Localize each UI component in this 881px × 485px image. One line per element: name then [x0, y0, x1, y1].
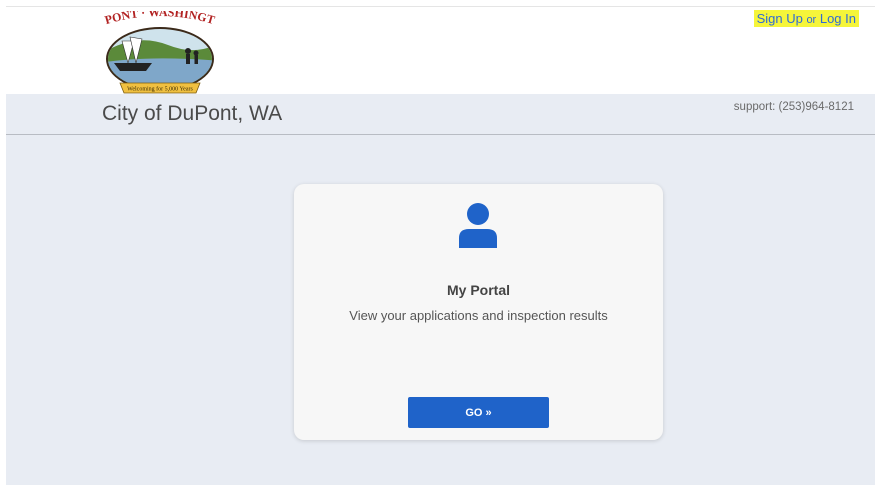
- top-header: DUPONT · WASHINGTON Welcoming for 5,000 …: [6, 6, 875, 95]
- auth-links: Sign Up or Log In: [753, 10, 859, 27]
- page-frame: DUPONT · WASHINGTON Welcoming for 5,000 …: [6, 6, 875, 485]
- user-icon: [459, 203, 497, 248]
- svg-text:DUPONT · WASHINGTON: DUPONT · WASHINGTON: [98, 11, 216, 27]
- log-in-link[interactable]: Log In: [820, 11, 856, 26]
- or-text: or: [806, 14, 817, 26]
- portal-card: My Portal View your applications and ins…: [294, 184, 663, 440]
- portal-description: View your applications and inspection re…: [349, 308, 608, 323]
- logo-banner-text: Welcoming for 5,000 Years: [127, 86, 193, 93]
- portal-title: My Portal: [446, 282, 510, 298]
- support-phone: support: (253)964-8121: [733, 101, 854, 113]
- dupont-logo[interactable]: DUPONT · WASHINGTON Welcoming for 5,000 …: [98, 11, 222, 95]
- sign-up-link[interactable]: Sign Up: [757, 11, 803, 26]
- go-button[interactable]: GO »: [408, 397, 549, 428]
- city-title: City of DuPont, WA: [102, 102, 283, 125]
- sub-header: City of DuPont, WA support: (253)964-812…: [6, 94, 875, 135]
